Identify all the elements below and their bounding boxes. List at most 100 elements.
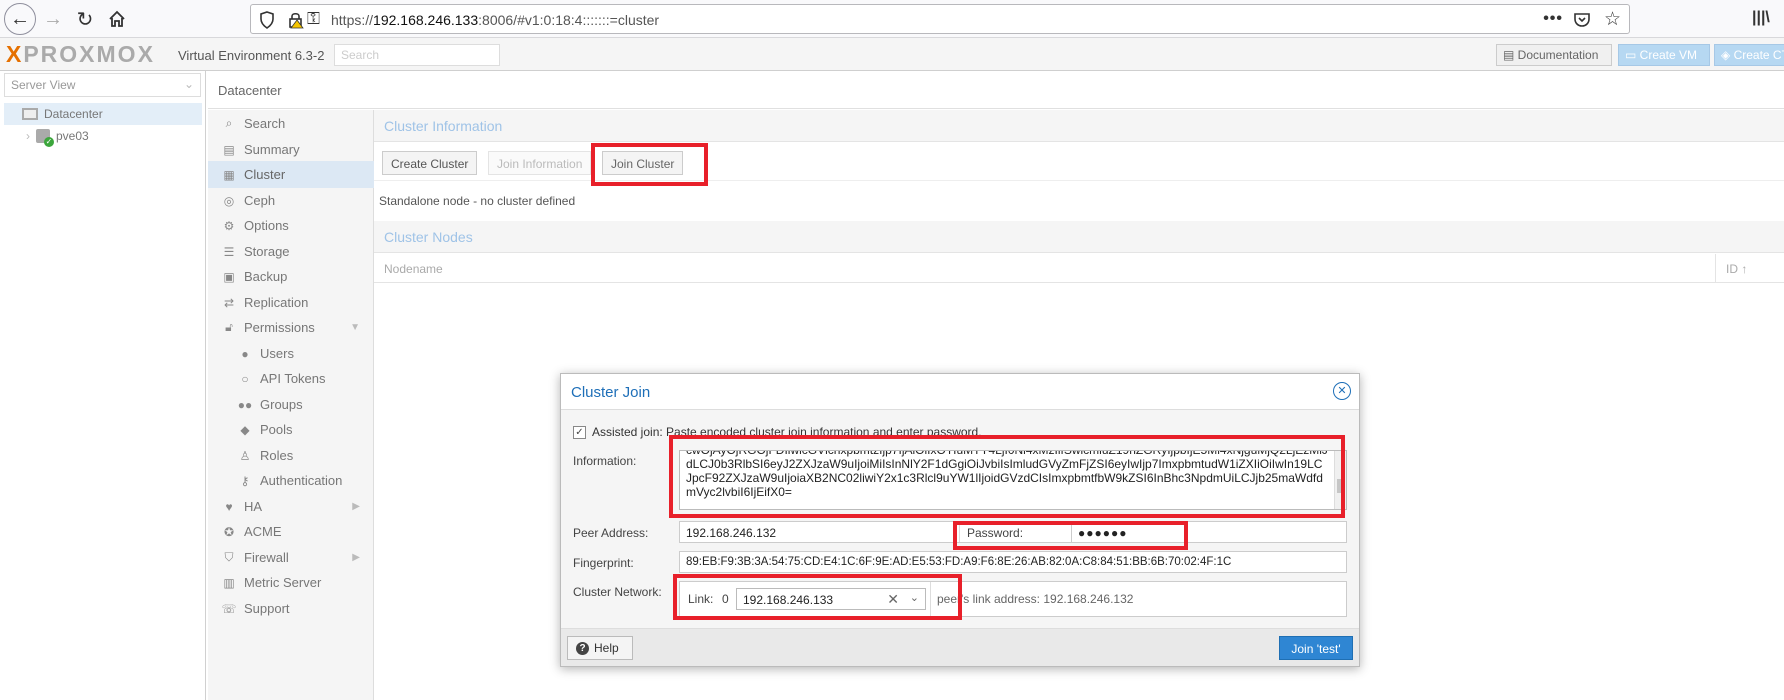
floppy-icon: ▣ [223,269,235,284]
menu-item-users[interactable]: ● Users [208,340,374,367]
menu-item-ceph[interactable]: ◎ Ceph [208,187,374,214]
join-cluster-button[interactable]: Join Cluster [602,151,684,175]
menu-item-authentication[interactable]: ⚷ Authentication [208,467,374,494]
join-button[interactable]: Join 'test' [1279,636,1353,660]
shield-icon: ⛉ [224,550,234,564]
menu-item-summary[interactable]: ▤ Summary [208,136,374,163]
fingerprint-label: Fingerprint: [573,556,634,570]
chevron-right-icon[interactable]: › [26,129,30,143]
app-header: XPROXMOX Virtual Environment 6.3-2 Searc… [0,38,1784,71]
back-button[interactable]: ← [4,3,36,35]
peer-address-label: Peer Address: [573,526,649,540]
help-button[interactable]: ? Help [567,636,633,660]
search-input[interactable]: Search [334,44,500,66]
tree-item-pve03[interactable]: › pve03 [4,125,89,147]
cube-icon: ◈ [1721,48,1734,62]
checkbox-checked-icon[interactable]: ✓ [573,425,586,439]
close-icon[interactable]: ✕ [1333,382,1351,400]
ceph-icon: ◎ [223,193,235,208]
menu-item-search[interactable]: ⌕ Search [208,110,374,137]
tags-icon: ◆ [240,422,250,437]
version-label: Virtual Environment 6.3-2 [178,48,325,63]
retweet-icon: ⇄ [223,295,235,310]
menu-item-api-tokens[interactable]: ○ API Tokens [208,365,374,392]
fingerprint-field[interactable]: 89:EB:F9:3B:3A:54:75:CD:E4:1C:6F:9E:AD:E… [679,551,1347,573]
link-label: Link: [688,592,714,606]
unlock-icon: 🔓︎ [225,320,233,334]
menu-item-metric-server[interactable]: ▥ Metric Server [208,569,374,596]
menu-item-support[interactable]: ☏ Support [208,595,374,622]
dialog-footer: ? Help Join 'test' [561,628,1359,666]
dialog-title: Cluster Join [571,384,651,401]
chevron-down-icon[interactable]: ⌄ [910,591,919,604]
column-nodename[interactable]: Nodename [384,262,443,276]
menu-item-replication[interactable]: ⇄ Replication [208,289,374,316]
menu-item-cluster[interactable]: ▦ Cluster [208,161,374,188]
users-icon: ●● [237,397,253,412]
link-number: 0 [722,592,729,606]
information-label: Information: [573,454,637,468]
cluster-information-title: Cluster Information [374,110,1784,142]
menu-item-pools[interactable]: ◆ Pools [208,416,374,443]
user-icon: ● [241,346,249,361]
column-id[interactable]: ID ↑ [1715,254,1784,283]
question-circle-icon: ? [576,641,589,655]
assisted-join-checkbox[interactable]: ✓ Assisted join: Paste encoded cluster j… [573,425,982,439]
menu-item-ha[interactable]: ♥ HA ▶ [208,493,374,520]
information-textarea[interactable]: cwOjAyOjRGOjFDIiwicGVlcnxpbmtzIjp7IjAiOi… [679,450,1347,510]
arrow-right-icon: → [43,7,63,30]
chevron-down-icon: ▼ [350,322,360,333]
pocket-icon[interactable] [1573,11,1591,29]
url-bar[interactable]: ⚿ https://192.168.246.133:8006/#v1:0:18:… [250,4,1630,34]
book-icon: ▤ [1503,48,1518,62]
node-online-icon [36,129,54,147]
create-cluster-button[interactable]: Create Cluster [382,151,478,175]
resource-tree: Server View ⌄ Datacenter › pve03 [0,71,206,700]
heartbeat-icon: ♥ [225,499,233,514]
home-button[interactable] [102,4,132,34]
create-ct-button[interactable]: ◈ Create CT [1714,44,1784,66]
menu-item-backup[interactable]: ▣ Backup [208,263,374,290]
bar-chart-icon: ▥ [223,575,235,590]
menu-item-acme[interactable]: ✪ ACME [208,518,374,545]
cluster-join-dialog: Cluster Join ✕ ✓ Assisted join: Paste en… [560,373,1360,667]
documentation-button[interactable]: ▤ Documentation [1496,44,1612,66]
shield-icon[interactable] [259,11,275,29]
standalone-status: Standalone node - no cluster defined [379,194,576,208]
chevron-down-icon: ⌄ [183,77,194,91]
gear-icon: ⚙ [223,218,235,233]
server-view-select[interactable]: Server View ⌄ [4,73,201,97]
key-icon: ⚷ [240,473,250,488]
library-icon[interactable]: |||\ [1752,9,1770,27]
key-icon[interactable]: ⚿ [307,9,320,29]
proxmox-logo: XPROXMOX [6,41,155,67]
more-actions-icon[interactable]: ••• [1543,10,1563,28]
insecure-lock-icon[interactable] [287,11,305,29]
male-icon: ♙ [239,448,251,463]
tree-item-datacenter[interactable]: Datacenter [4,103,202,125]
menu-item-firewall[interactable]: ⛉ Firewall ▶ [208,544,374,571]
menu-item-roles[interactable]: ♙ Roles [208,442,374,469]
menu-item-storage[interactable]: ☰ Storage [208,238,374,265]
star-icon[interactable]: ☆ [1604,8,1621,31]
link-address-select[interactable]: 192.168.246.133 ✕ ⌄ [736,588,926,610]
comments-icon: ☏ [221,601,237,616]
forward-button[interactable]: → [38,4,68,34]
menu-item-groups[interactable]: ●● Groups [208,391,374,418]
password-field[interactable]: ●●●●●● [1071,521,1347,543]
clear-icon[interactable]: ✕ [887,591,899,608]
scrollbar[interactable] [1334,451,1346,509]
url-text[interactable]: https://192.168.246.133:8006/#v1:0:18:4:… [331,12,659,28]
cluster-nodes-title: Cluster Nodes [374,221,1784,253]
create-vm-button[interactable]: ▭ Create VM [1618,44,1710,66]
arrow-left-icon: ← [10,7,30,30]
desktop-icon: ▭ [1625,48,1640,62]
reload-icon: ↻ [76,8,94,31]
chevron-right-icon: ▶ [352,501,360,512]
breadcrumb: Datacenter [208,71,1784,109]
user-outline-icon: ○ [241,371,249,386]
reload-button[interactable]: ↻ [70,4,100,34]
menu-item-options[interactable]: ⚙ Options [208,212,374,239]
menu-item-permissions[interactable]: 🔓︎ Permissions ▼ [208,314,374,341]
join-information-button[interactable]: Join Information [488,151,592,175]
